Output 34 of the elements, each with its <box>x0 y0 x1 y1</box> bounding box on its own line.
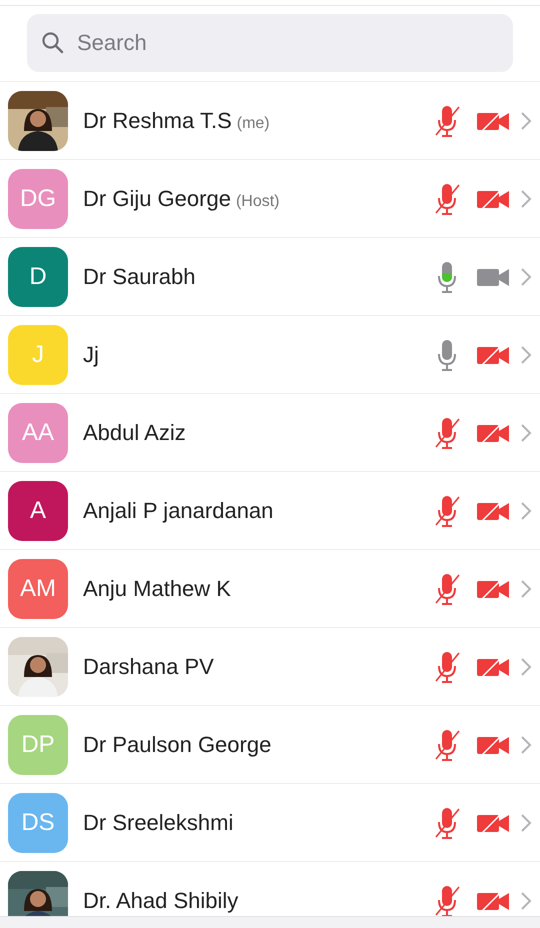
chevron-icon[interactable] <box>520 734 532 754</box>
avatar: AM <box>8 558 68 618</box>
participant-name: Abdul Aziz <box>83 420 186 446</box>
chevron-icon[interactable] <box>520 890 532 910</box>
avatar: D <box>8 246 68 306</box>
participant-name: Dr Saurabh <box>83 264 196 290</box>
avatar: AA <box>8 402 68 462</box>
chevron-icon[interactable] <box>520 656 532 676</box>
chevron-icon[interactable] <box>520 422 532 442</box>
role-label: (me) <box>236 114 270 132</box>
chevron-icon[interactable] <box>520 344 532 364</box>
participant-name: Dr Reshma T.S <box>83 108 232 134</box>
participant-name: Dr Sreelekshmi <box>83 810 234 836</box>
avatar: A <box>8 480 68 540</box>
chevron-icon[interactable] <box>520 188 532 208</box>
avatar: DS <box>8 792 68 852</box>
avatar: J <box>8 324 68 384</box>
avatar: DP <box>8 714 68 774</box>
role-label: (Host) <box>236 192 280 210</box>
avatar: DG <box>8 168 68 228</box>
participant-name: Darshana PV <box>83 654 214 680</box>
participant-name: Dr Paulson George <box>83 732 272 758</box>
search-icon <box>41 31 65 55</box>
participant-name: Jj <box>83 342 99 368</box>
chevron-icon[interactable] <box>520 266 532 286</box>
chevron-icon[interactable] <box>520 812 532 832</box>
search-field[interactable]: Search <box>27 14 513 72</box>
participant-name: Anjali P janardanan <box>83 498 274 524</box>
participant-name: Dr Giju George <box>83 186 231 212</box>
participant-name: Dr. Ahad Shibily <box>83 888 238 914</box>
participant-name: Anju Mathew K <box>83 576 231 602</box>
chevron-icon[interactable] <box>520 578 532 598</box>
chevron-icon[interactable] <box>520 500 532 520</box>
chevron-icon[interactable] <box>520 110 532 130</box>
